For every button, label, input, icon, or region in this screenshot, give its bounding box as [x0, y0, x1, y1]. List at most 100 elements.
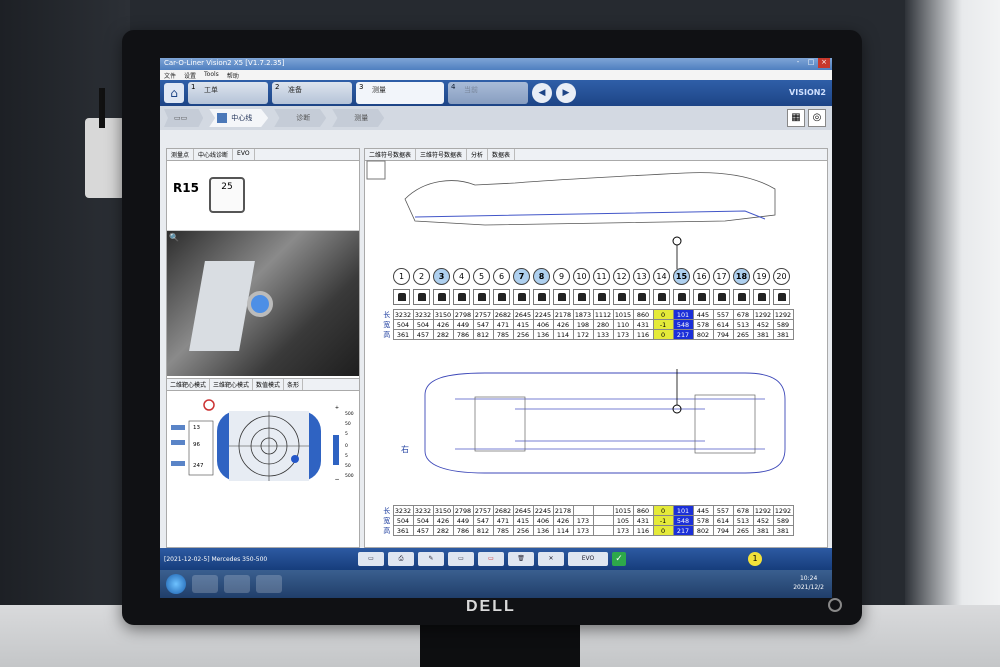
point-circle[interactable]: 10	[573, 268, 590, 285]
adapter-symbol-icon[interactable]	[693, 289, 710, 305]
step-vehicle[interactable]: ▭▭	[164, 109, 204, 127]
adapter-symbol-icon[interactable]	[733, 289, 750, 305]
adapter-symbol-icon[interactable]	[633, 289, 650, 305]
point-circle[interactable]: 20	[773, 268, 790, 285]
table-cell: 452	[752, 319, 774, 330]
tab-prepare[interactable]: 2 准备	[272, 82, 352, 104]
tab-measure-point[interactable]: 测量点	[167, 149, 195, 160]
adapter-symbol-icon[interactable]	[473, 289, 490, 305]
power-button[interactable]	[828, 598, 842, 612]
adapter-symbol-icon[interactable]	[413, 289, 430, 305]
point-circle[interactable]: 8	[533, 268, 550, 285]
table-cell: 114	[552, 329, 574, 340]
zoom-icon[interactable]: 🔍	[169, 233, 179, 242]
car-top-icon	[171, 425, 185, 430]
tab-centerline-diag[interactable]: 中心线诊断	[194, 149, 234, 160]
target-icon[interactable]: ◎	[808, 109, 826, 127]
adapter-symbol-icon[interactable]	[493, 289, 510, 305]
adapter-symbol-icon[interactable]	[753, 289, 770, 305]
tab-2d-target[interactable]: 二维靶心模式	[167, 379, 211, 390]
tab-measure[interactable]: 3 测量	[356, 82, 444, 104]
side-view-body	[404, 172, 776, 226]
start-button[interactable]	[166, 574, 186, 594]
reset-icon[interactable]	[203, 399, 215, 411]
check-icon[interactable]: ✓	[612, 552, 626, 566]
tab-current[interactable]: 4 当前	[448, 82, 528, 104]
taskbar-app-icon[interactable]	[256, 575, 282, 593]
adapter-symbol-icon[interactable]	[393, 289, 410, 305]
point-circle[interactable]: 12	[613, 268, 630, 285]
point-circle[interactable]: 13	[633, 268, 650, 285]
adapter-symbol-icon[interactable]	[713, 289, 730, 305]
table-cell: 116	[632, 329, 654, 340]
point-circle[interactable]: 7	[513, 268, 530, 285]
car-list-button[interactable]: ▭	[358, 552, 384, 566]
adapter-symbol-icon[interactable]	[773, 289, 790, 305]
clock-time: 10:24	[799, 575, 818, 582]
point-circles: 1 2 3 4 5 6 7 8 9 10 11 12 13 14 15 16 17 18 19 20	[393, 268, 790, 285]
edit-button[interactable]: ✎	[418, 552, 444, 566]
taskbar-clock[interactable]: 10:24 2021/12/2	[793, 574, 824, 592]
menu-settings[interactable]: 设置	[184, 71, 196, 80]
color-grid-icon[interactable]: ▦	[787, 109, 805, 127]
adapter-symbol-icon[interactable]	[593, 289, 610, 305]
forward-arrow-icon[interactable]: ▶	[556, 83, 576, 103]
adapter-symbol-icon[interactable]	[613, 289, 630, 305]
table-cell: 381	[752, 525, 774, 536]
adapter-symbol-icon[interactable]	[433, 289, 450, 305]
minimize-button[interactable]: -	[792, 58, 804, 68]
row-label: 长	[383, 506, 391, 515]
point-circle[interactable]: 17	[713, 268, 730, 285]
point-circle[interactable]: 16	[693, 268, 710, 285]
point-circle[interactable]: 19	[753, 268, 770, 285]
table-cell: 3150	[432, 505, 454, 516]
step-centerline[interactable]: 中心线	[209, 109, 269, 127]
print-button[interactable]: ⎙	[388, 552, 414, 566]
point-circle[interactable]: 6	[493, 268, 510, 285]
tab-3d-target[interactable]: 三维靶心模式	[210, 379, 254, 390]
point-circle[interactable]: 11	[593, 268, 610, 285]
menu-help[interactable]: 帮助	[227, 71, 239, 80]
point-circle[interactable]: 5	[473, 268, 490, 285]
maximize-button[interactable]: □	[805, 58, 817, 68]
menu-file[interactable]: 文件	[164, 71, 176, 80]
point-info: R15 25	[167, 161, 359, 231]
adapter-symbol-icon[interactable]	[453, 289, 470, 305]
tab-evo[interactable]: EVO	[233, 149, 255, 160]
adapter-symbol-icon[interactable]	[673, 289, 690, 305]
point-circle[interactable]: 14	[653, 268, 670, 285]
adapter-symbol-icon[interactable]	[533, 289, 550, 305]
taskbar-folder-icon[interactable]	[224, 575, 250, 593]
expand-icon[interactable]	[366, 160, 386, 180]
tab-value-mode[interactable]: 数值模式	[253, 379, 285, 390]
car-compare-button[interactable]: ▭	[448, 552, 474, 566]
adapter-symbol-icon[interactable]	[513, 289, 530, 305]
menu-tools[interactable]: Tools	[204, 71, 219, 79]
point-circle[interactable]: 3	[433, 268, 450, 285]
delete-button[interactable]: 🗑	[508, 552, 534, 566]
point-circle[interactable]: 1	[393, 268, 410, 285]
tab-work-order[interactable]: 1 工单	[188, 82, 268, 104]
adapter-symbol-icon[interactable]	[553, 289, 570, 305]
step-diagnose[interactable]: 诊断	[274, 109, 327, 127]
close-x-button[interactable]: ✕	[538, 552, 564, 566]
table-cell: 678	[732, 505, 754, 516]
point-circle[interactable]: 4	[453, 268, 470, 285]
tab-bar-mode[interactable]: 条形	[284, 379, 304, 390]
taskbar-ie-icon[interactable]	[192, 575, 218, 593]
point-circle[interactable]: 18	[733, 268, 750, 285]
back-arrow-icon[interactable]: ◀	[532, 83, 552, 103]
table-cell: 1292	[752, 505, 774, 516]
evo-button[interactable]: EVO	[568, 552, 608, 566]
close-button[interactable]: ×	[818, 58, 830, 68]
home-icon[interactable]: ⌂	[164, 83, 184, 103]
point-circle[interactable]: 15	[673, 268, 690, 285]
table-cell: 2798	[452, 505, 474, 516]
point-circle[interactable]: 2	[413, 268, 430, 285]
adapter-symbol-icon[interactable]	[573, 289, 590, 305]
point-circle[interactable]: 9	[553, 268, 570, 285]
table-cell: 860	[632, 309, 654, 320]
adapter-symbol-icon[interactable]	[653, 289, 670, 305]
car-red-button[interactable]: ▭	[478, 552, 504, 566]
step-measure[interactable]: 测量	[332, 109, 385, 127]
